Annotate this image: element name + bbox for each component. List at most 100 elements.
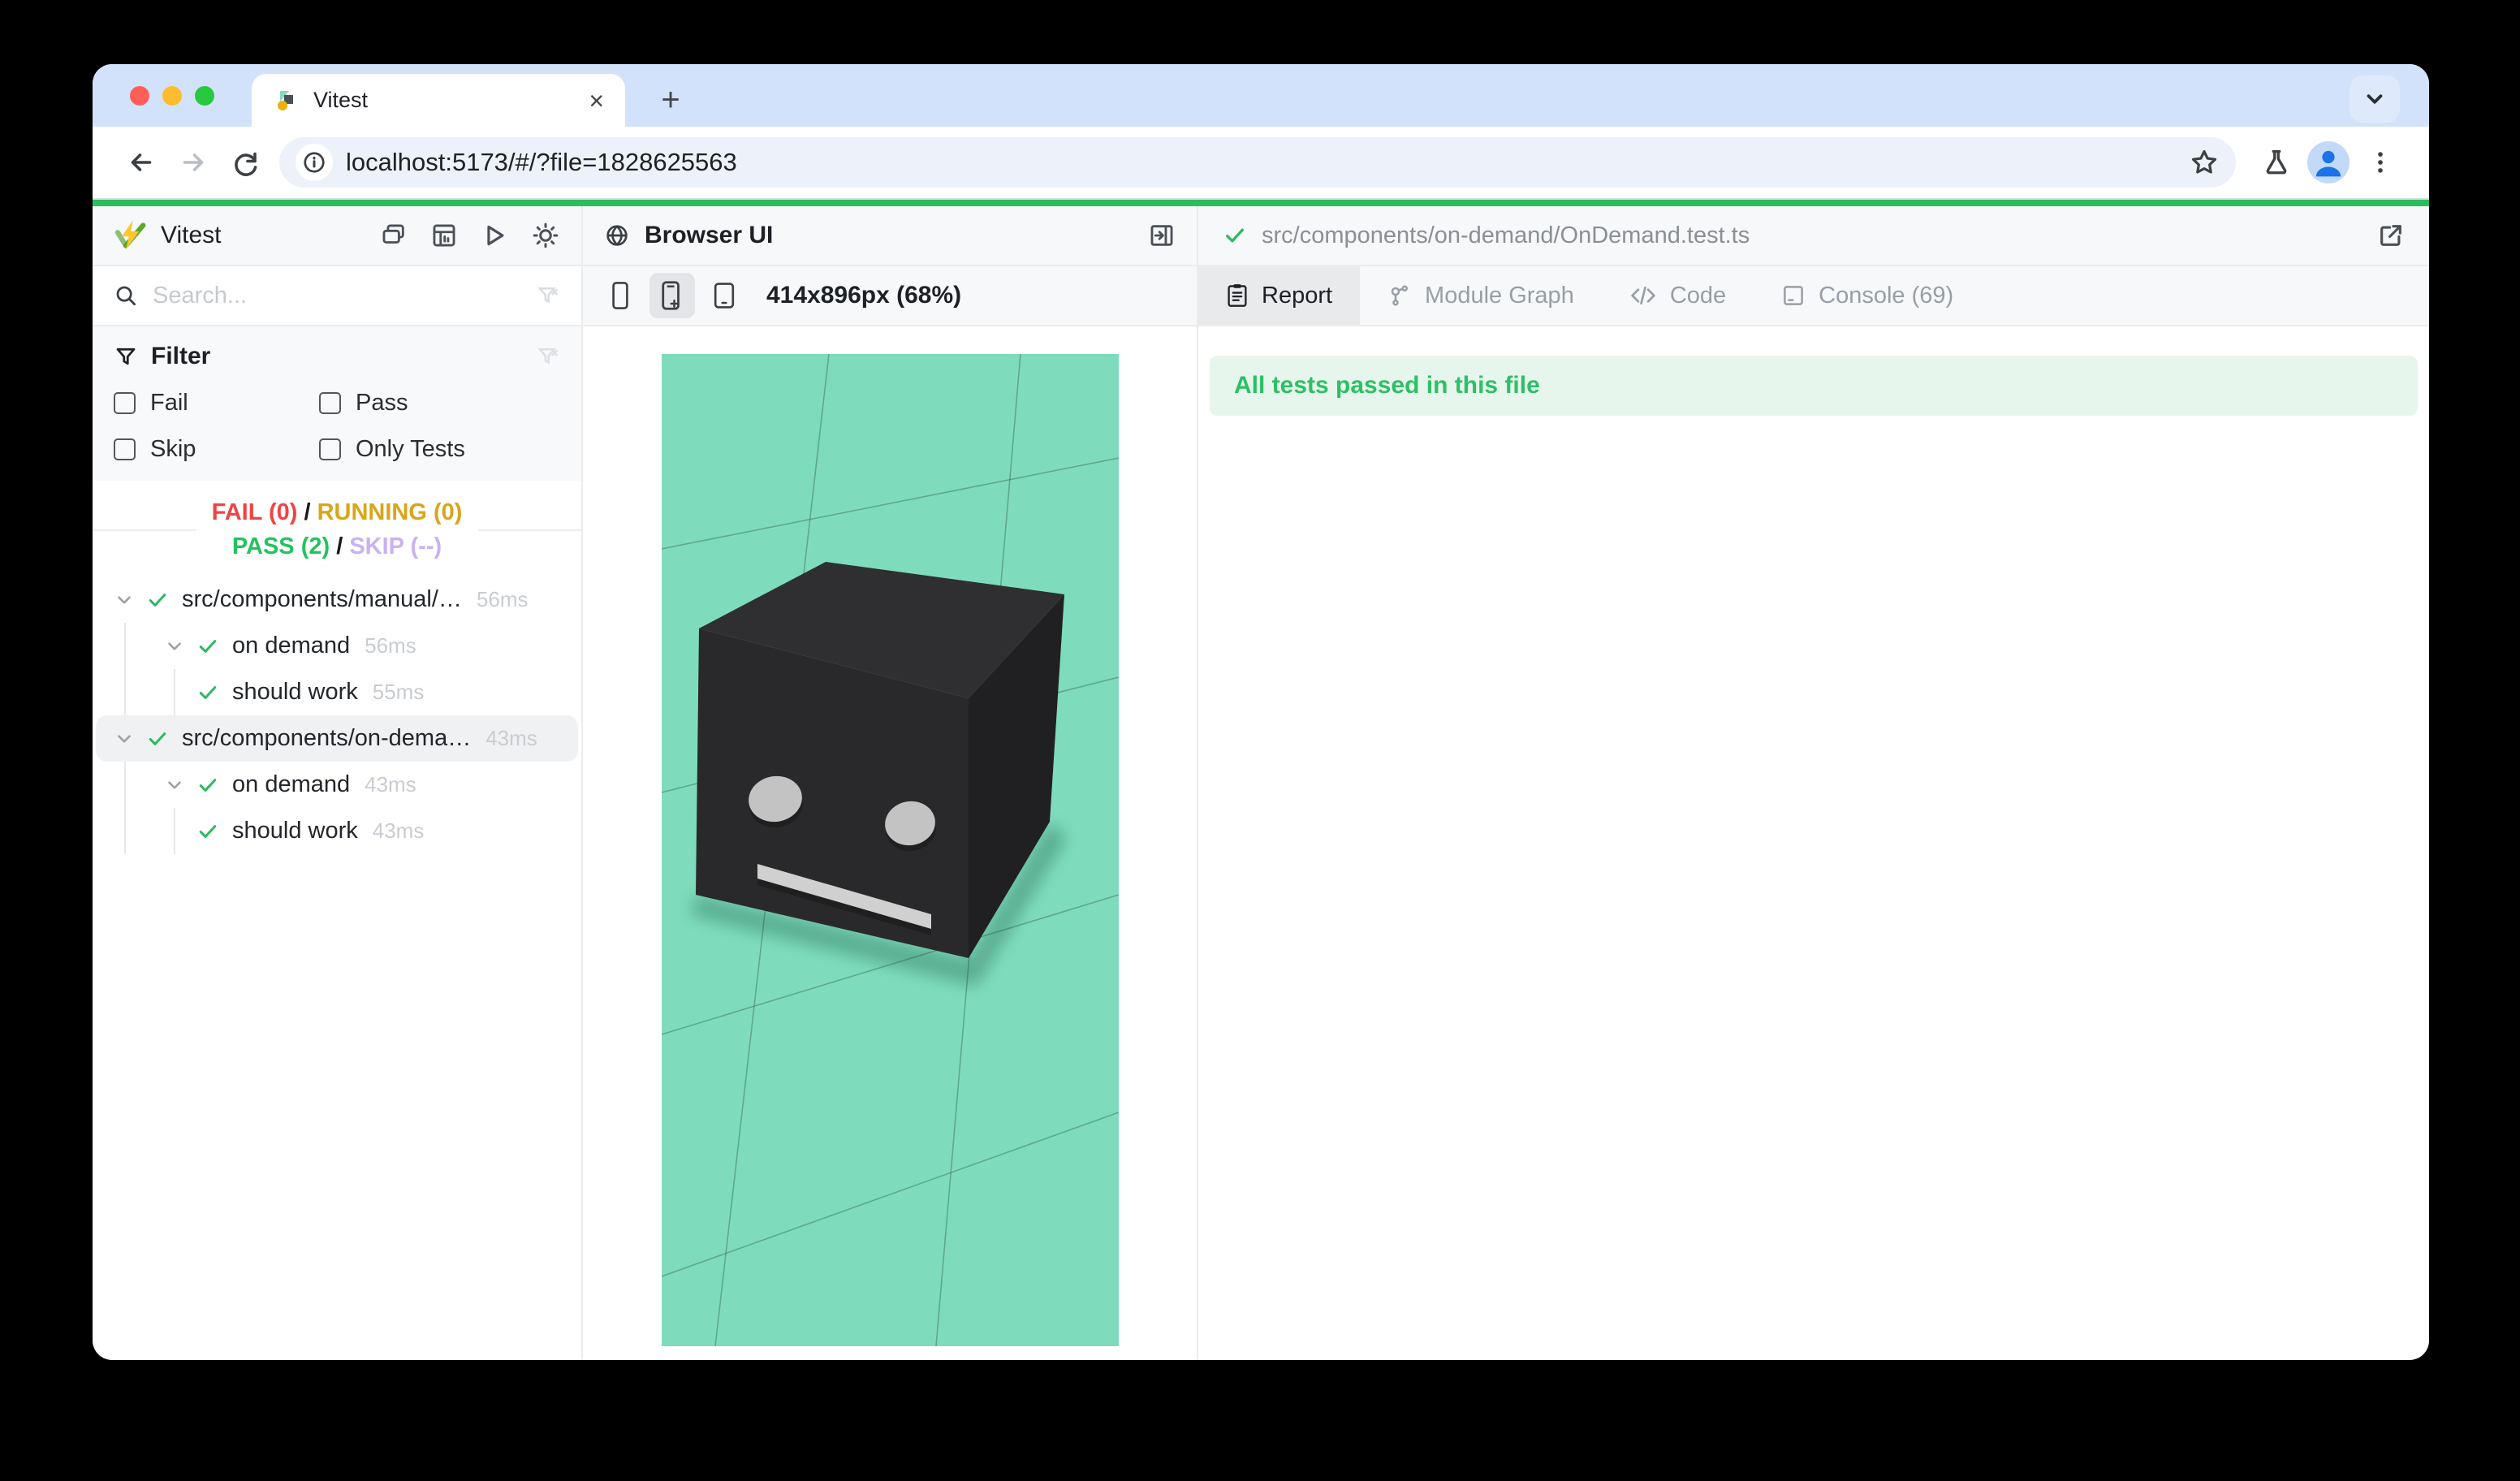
filter-checkbox-pass[interactable]: Pass	[319, 390, 560, 417]
pass-check-icon	[146, 728, 169, 750]
clear-search-filter-icon[interactable]	[536, 283, 560, 308]
site-info-button[interactable]	[296, 144, 333, 181]
chevron-down-icon[interactable]	[114, 589, 135, 611]
minimize-window-button[interactable]	[162, 86, 182, 106]
back-button[interactable]	[115, 136, 167, 188]
vitest-favicon	[273, 88, 299, 114]
pass-check-icon	[196, 774, 219, 797]
reload-button[interactable]	[219, 136, 271, 188]
duration-badge: 55ms	[373, 680, 425, 705]
reset-filter-icon[interactable]	[536, 344, 560, 369]
test-suite-label: on demand	[232, 633, 350, 659]
device-phone-plus-button-selected[interactable]	[649, 273, 695, 318]
three-dot-menu-icon	[2367, 149, 2394, 176]
filter-checkbox-fail[interactable]: Fail	[114, 390, 319, 417]
search-input[interactable]	[153, 283, 521, 309]
filter-checkbox-skip[interactable]: Skip	[114, 436, 319, 463]
phone-plus-icon	[660, 280, 684, 311]
checkbox[interactable]	[114, 438, 136, 460]
checkbox-label: Skip	[150, 436, 196, 463]
dock-panel-right-icon[interactable]	[1148, 222, 1176, 249]
tab-strip: Vitest × +	[93, 64, 2429, 127]
tree-suite-row[interactable]: on demand 56ms	[93, 623, 581, 669]
open-external-icon[interactable]	[2377, 222, 2405, 249]
browser-ui-header: Browser UI	[583, 206, 1197, 266]
checkbox[interactable]	[319, 438, 341, 460]
fail-count: FAIL (0)	[212, 499, 298, 525]
forward-arrow-icon	[179, 148, 208, 177]
checkbox-label: Fail	[150, 390, 188, 417]
report-panel: src/components/on-demand/OnDemand.test.t…	[1198, 206, 2429, 1360]
experiments-button[interactable]	[2250, 136, 2302, 188]
search-icon	[114, 283, 138, 308]
tab-module-graph[interactable]: Module Graph	[1360, 266, 1602, 325]
separator: /	[336, 533, 343, 559]
close-tab-icon[interactable]: ×	[589, 88, 604, 114]
maximize-window-button[interactable]	[195, 86, 214, 106]
vitest-logo-icon	[114, 219, 146, 252]
url-text: localhost:5173/#/?file=1828625563	[346, 148, 2189, 177]
bookmark-star-icon[interactable]	[2189, 147, 2220, 178]
sidebar-header: Vitest	[93, 206, 581, 266]
test-tree: src/components/manual/… 56ms on demand 5…	[93, 576, 581, 854]
duration-badge: 56ms	[477, 587, 529, 612]
pass-check-icon	[196, 820, 219, 843]
avatar	[2307, 141, 2350, 184]
pass-check-icon	[196, 681, 219, 704]
theme-toggle-sun-icon[interactable]	[531, 221, 560, 250]
tab-report[interactable]: Report	[1198, 266, 1360, 325]
chevron-down-icon[interactable]	[164, 636, 185, 657]
close-window-button[interactable]	[130, 86, 149, 106]
browser-menu-button[interactable]	[2354, 136, 2406, 188]
test-status-summary: FAIL (0) / RUNNING (0) PASS (2) / SKIP (…	[93, 495, 581, 563]
tree-test-row[interactable]: should work 43ms	[93, 808, 581, 854]
browser-viewport-scene[interactable]	[662, 354, 1119, 1346]
address-bar[interactable]: localhost:5173/#/?file=1828625563	[279, 137, 2236, 188]
report-tab-bar: Report Module Graph Code Console (69)	[1198, 266, 2429, 326]
tab-label: Module Graph	[1425, 283, 1574, 309]
duration-badge: 43ms	[365, 772, 416, 797]
search-bar	[93, 266, 581, 326]
tab-console[interactable]: Console (69)	[1754, 266, 1981, 325]
test-file-path: src/components/on-demand/OnDemand.test.t…	[1262, 222, 2362, 249]
filter-label: Filter	[151, 343, 210, 370]
profile-button[interactable]	[2302, 136, 2354, 188]
tree-file-row-selected[interactable]: src/components/on-dema… 43ms	[96, 715, 578, 762]
forward-button[interactable]	[167, 136, 219, 188]
new-tab-button[interactable]: +	[646, 76, 695, 124]
device-phone-small-button[interactable]	[598, 273, 643, 318]
browser-toolbar: localhost:5173/#/?file=1828625563	[93, 127, 2429, 200]
back-arrow-icon	[127, 148, 156, 177]
browser-preview-area	[583, 326, 1197, 1360]
test-file-label: src/components/on-dema…	[182, 725, 471, 752]
tree-file-row[interactable]: src/components/manual/… 56ms	[93, 576, 581, 623]
code-icon	[1629, 283, 1657, 308]
device-tablet-button[interactable]	[701, 273, 747, 318]
chevron-down-icon[interactable]	[114, 728, 135, 749]
checkbox[interactable]	[114, 392, 136, 414]
collapse-panels-icon[interactable]	[380, 222, 408, 249]
checkbox[interactable]	[319, 392, 341, 414]
tab-label: Code	[1670, 283, 1726, 309]
run-tests-icon[interactable]	[481, 222, 508, 249]
page-accent-bar	[93, 200, 2429, 206]
pass-check-icon	[196, 635, 219, 658]
tab-title: Vitest	[313, 88, 574, 113]
tree-suite-row[interactable]: on demand 43ms	[93, 762, 581, 808]
browser-tab[interactable]: Vitest ×	[252, 74, 625, 127]
sidebar: Vitest Filter	[93, 206, 583, 1360]
tab-strip-chevron-button[interactable]	[2350, 76, 2400, 123]
tab-code[interactable]: Code	[1602, 266, 1754, 325]
tablet-icon	[712, 281, 736, 310]
all-tests-passed-banner: All tests passed in this file	[1210, 356, 2418, 416]
tree-test-row[interactable]: should work 55ms	[93, 669, 581, 715]
phone-icon	[610, 281, 631, 310]
window-controls	[130, 86, 214, 106]
browser-window: Vitest × + localhost:5173/#/?file=182862…	[93, 64, 2429, 1360]
chevron-down-icon[interactable]	[164, 775, 185, 796]
dashboard-icon[interactable]	[430, 222, 458, 249]
filter-checkbox-only-tests[interactable]: Only Tests	[319, 436, 560, 463]
test-case-label: should work	[232, 818, 358, 844]
browser-ui-panel: Browser UI 414x896px (68%)	[583, 206, 1198, 1360]
filter-funnel-icon	[114, 344, 138, 369]
